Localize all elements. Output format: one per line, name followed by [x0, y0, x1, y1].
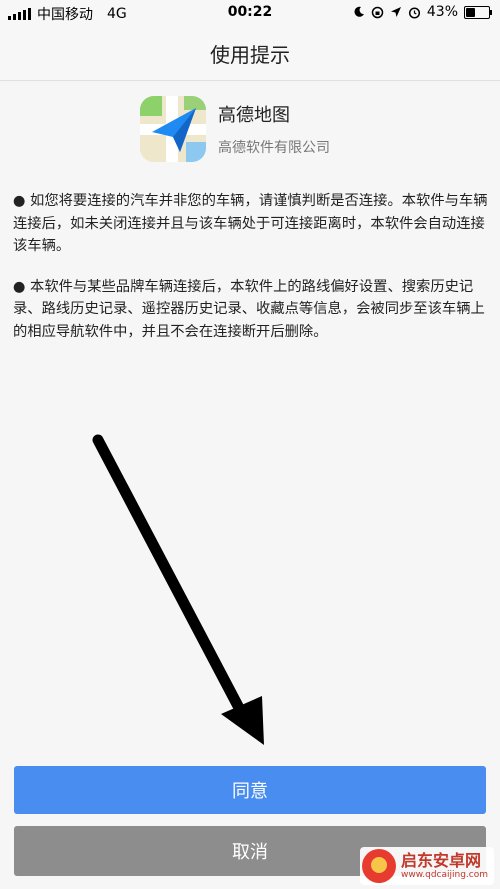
annotation-arrow-icon	[92, 434, 264, 745]
agree-button[interactable]: 同意	[14, 766, 486, 814]
watermark-name: 启东安卓网	[400, 851, 481, 870]
cancel-button-label: 取消	[232, 842, 268, 863]
agree-button-label: 同意	[232, 781, 268, 802]
watermark-url: www.qdcaijing.com	[400, 870, 488, 880]
site-watermark: 启东安卓网 www.qdcaijing.com	[359, 847, 494, 885]
watermark-text: 启东安卓网 www.qdcaijing.com	[400, 851, 488, 881]
watermark-logo-icon	[361, 849, 396, 883]
